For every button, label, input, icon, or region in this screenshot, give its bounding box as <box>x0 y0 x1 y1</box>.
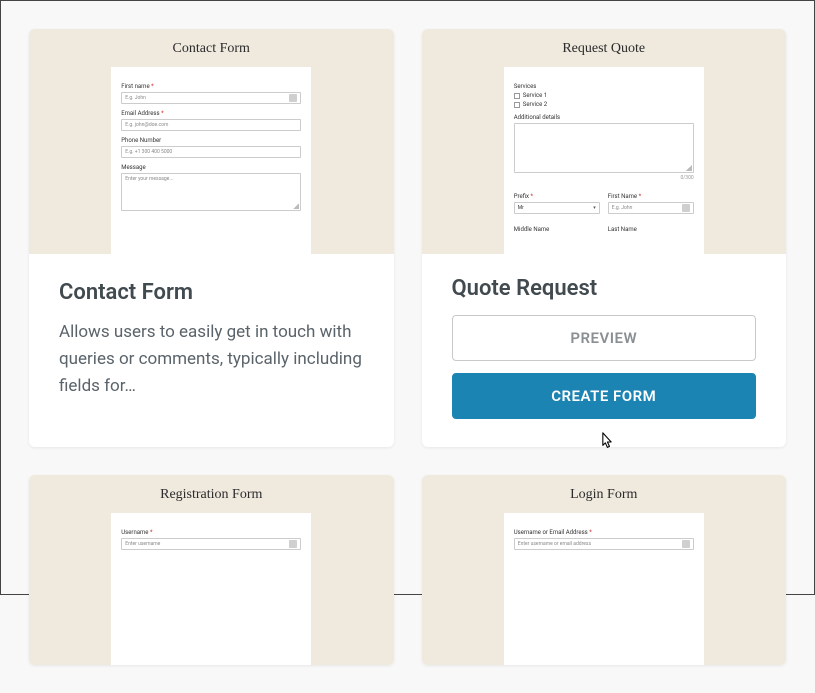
field-label: Additional details <box>514 114 694 121</box>
input-icon <box>289 540 297 548</box>
input-icon <box>682 204 690 212</box>
char-counter: 0/300 <box>514 175 694 181</box>
field-label: First Name <box>608 193 694 200</box>
template-card-login[interactable]: Login Form Username or Email Address Ent… <box>422 475 787 665</box>
checkbox-option: Service 2 <box>514 101 694 108</box>
thumbnail-form: Services Service 1 Service 2 Additional … <box>504 67 704 254</box>
template-thumbnail: Login Form Username or Email Address Ent… <box>422 475 787 665</box>
field-input: E.g. +1 300 400 5000 <box>121 146 301 158</box>
thumbnail-form: Username or Email Address Enter username… <box>504 513 704 665</box>
checkbox-option: Service 1 <box>514 92 694 99</box>
create-form-button[interactable]: CREATE FORM <box>452 373 757 419</box>
template-grid: Contact Form First name E.g. John Email … <box>1 1 814 693</box>
field-textarea: Enter your message... <box>121 173 301 211</box>
thumbnail-form: First name E.g. John Email Address E.g. … <box>111 67 311 254</box>
field-input: Enter username <box>121 538 301 550</box>
field-label: Message <box>121 164 301 171</box>
field-label: Username or Email Address <box>514 529 694 536</box>
preview-button[interactable]: PREVIEW <box>452 315 757 361</box>
input-icon <box>289 94 297 102</box>
field-label: Last Name <box>608 226 694 233</box>
field-label: First name <box>121 83 301 90</box>
field-input: E.g. John <box>608 202 694 214</box>
input-icon <box>682 540 690 548</box>
template-card-quote[interactable]: Request Quote Services Service 1 Service… <box>422 29 787 447</box>
card-title: Contact Form <box>59 280 364 305</box>
card-body: Contact Form Allows users to easily get … <box>29 254 394 435</box>
template-card-registration[interactable]: Registration Form Username Enter usernam… <box>29 475 394 665</box>
card-body: Quote Request PREVIEW CREATE FORM <box>422 254 787 447</box>
card-description: Allows users to easily get in touch with… <box>59 319 364 401</box>
thumbnail-form: Username Enter username <box>111 513 311 665</box>
thumbnail-title: Registration Form <box>160 487 262 503</box>
field-input: E.g. john@doe.com <box>121 119 301 131</box>
field-label: Middle Name <box>514 226 600 233</box>
thumbnail-title: Login Form <box>570 487 637 503</box>
field-label: Services <box>514 83 694 90</box>
thumbnail-title: Request Quote <box>562 41 645 57</box>
field-select: Mr <box>514 202 600 214</box>
field-input: Enter username or email address <box>514 538 694 550</box>
template-card-contact[interactable]: Contact Form First name E.g. John Email … <box>29 29 394 447</box>
field-label: Username <box>121 529 301 536</box>
template-thumbnail: Request Quote Services Service 1 Service… <box>422 29 787 254</box>
thumbnail-title: Contact Form <box>173 41 250 57</box>
field-label: Email Address <box>121 110 301 117</box>
card-title: Quote Request <box>452 276 757 301</box>
field-textarea <box>514 123 694 173</box>
template-thumbnail: Contact Form First name E.g. John Email … <box>29 29 394 254</box>
field-label: Prefix <box>514 193 600 200</box>
field-input: E.g. John <box>121 92 301 104</box>
field-label: Phone Number <box>121 137 301 144</box>
template-thumbnail: Registration Form Username Enter usernam… <box>29 475 394 665</box>
